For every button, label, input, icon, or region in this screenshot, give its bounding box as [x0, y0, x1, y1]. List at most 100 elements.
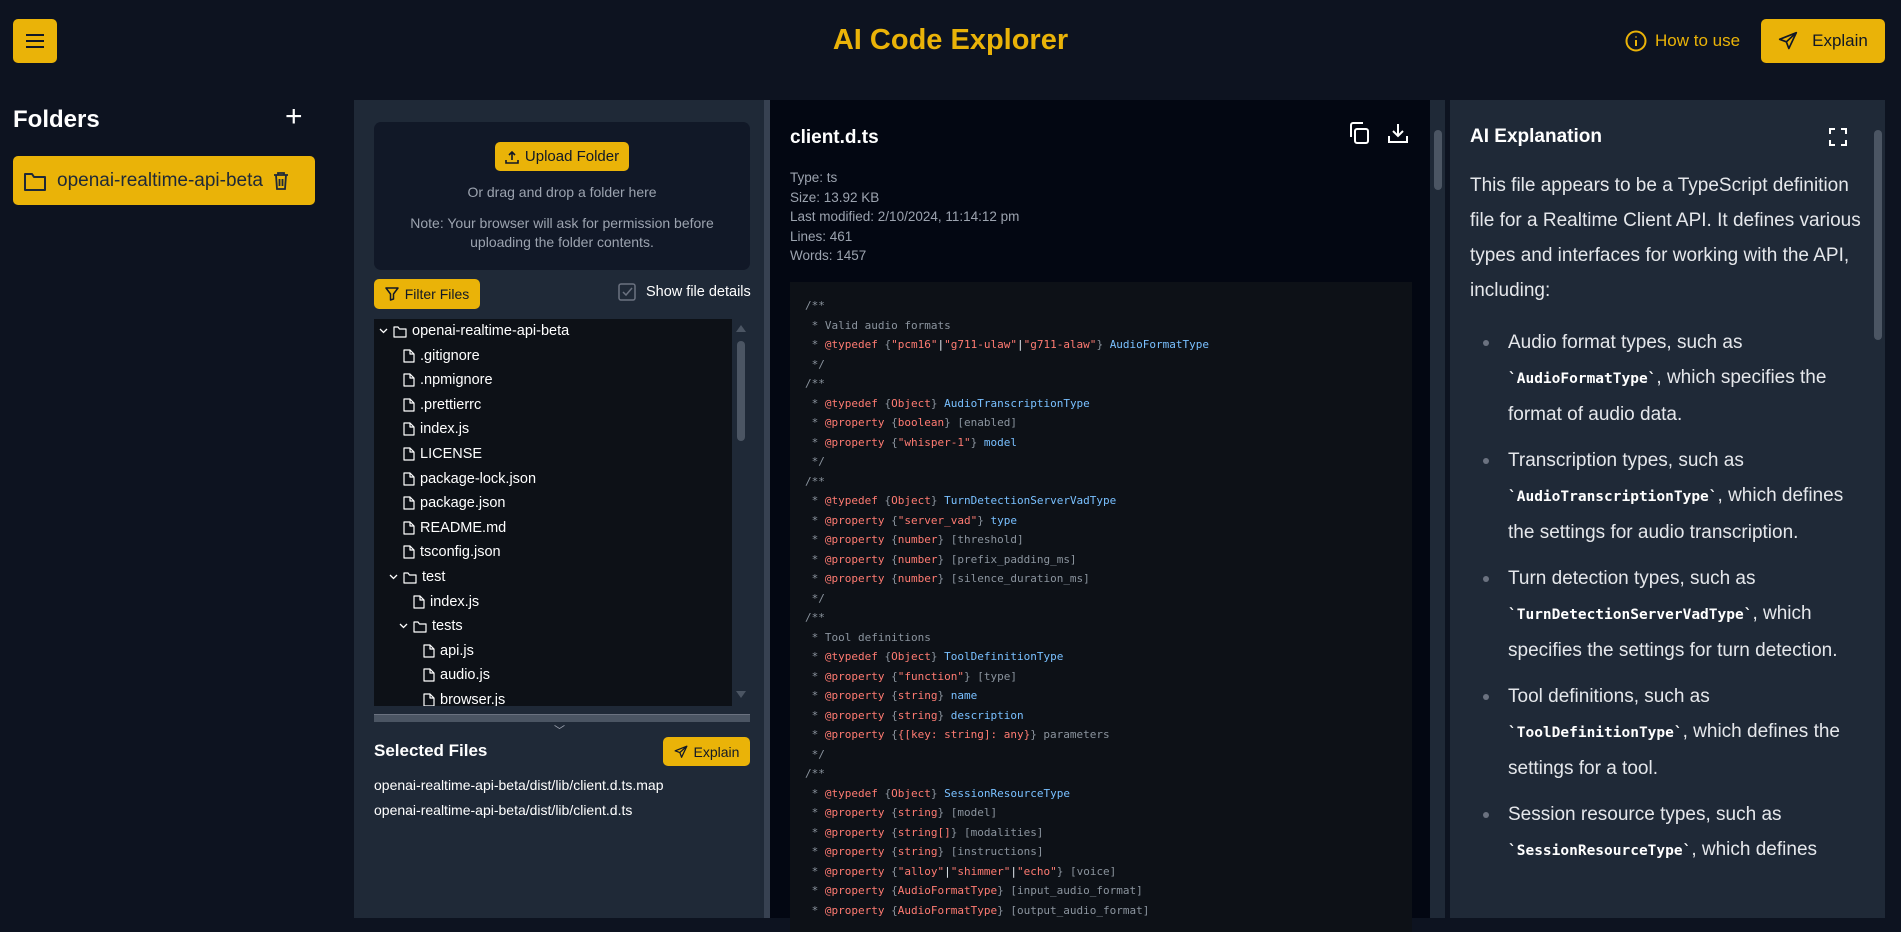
- download-icon[interactable]: [1386, 121, 1410, 145]
- tree-file[interactable]: api.js: [423, 639, 474, 663]
- file-icon: [423, 644, 435, 658]
- tree-file[interactable]: index.js: [413, 590, 479, 614]
- code-token: string: [897, 689, 938, 702]
- chevron-down-icon[interactable]: [389, 573, 398, 581]
- explain-button[interactable]: Explain: [1761, 19, 1885, 63]
- code-line: * @property {boolean} [enabled]: [805, 413, 1412, 433]
- tree-item-label: LICENSE: [420, 446, 483, 462]
- code-line: * Valid audio formats: [805, 316, 1412, 336]
- code-token: }: [930, 650, 945, 663]
- code-token: }: [937, 689, 951, 702]
- tree-folder[interactable]: openai-realtime-api-beta: [379, 319, 569, 343]
- code-line: * @typedef {Object} ToolDefinitionType: [805, 647, 1412, 667]
- add-folder-button[interactable]: +: [285, 100, 303, 134]
- code-token: @property: [824, 435, 885, 449]
- code-token: AudioFormatType: [1109, 338, 1210, 351]
- tree-item-label: audio.js: [440, 667, 490, 684]
- tree-file[interactable]: .prettierrc: [403, 393, 481, 417]
- folder-item[interactable]: openai-realtime-api-beta: [13, 156, 315, 205]
- ai-explanation-panel: AI Explanation This file appears to be a…: [1450, 100, 1885, 918]
- show-file-details-label: Show file details: [646, 284, 751, 300]
- tree-folder[interactable]: tests: [399, 614, 463, 638]
- code-token: @property: [824, 845, 885, 858]
- file-tree: openai-realtime-api-beta .gitignore .npmig…: [374, 319, 732, 706]
- code-token: } [output_audio_format]: [997, 903, 1150, 917]
- tree-item-label: test: [422, 569, 446, 585]
- code-token: /**: [805, 611, 825, 624]
- code-token: Object: [891, 396, 931, 410]
- code-token: {: [884, 825, 898, 839]
- upload-dropzone[interactable]: Upload Folder Or drag and drop a folder …: [374, 122, 750, 270]
- tree-file[interactable]: package.json: [403, 491, 505, 515]
- code-scrollbar[interactable]: [1430, 100, 1445, 918]
- code-line: * @property {"function"} [type]: [805, 667, 1412, 687]
- bullet-text: , which defines: [1691, 839, 1818, 860]
- code-token: {: [877, 494, 892, 507]
- chevron-down-icon[interactable]: [399, 622, 408, 630]
- filter-files-button[interactable]: Filter Files: [374, 279, 480, 309]
- tree-file[interactable]: audio.js: [423, 663, 490, 687]
- code-token: } [threshold]: [937, 533, 1024, 546]
- explain-selected-button[interactable]: Explain: [663, 737, 750, 766]
- code-token: @typedef: [824, 494, 878, 507]
- permission-note: Note: Your browser will ask for permissi…: [410, 215, 714, 250]
- tree-file[interactable]: package-lock.json: [403, 467, 536, 491]
- file-icon: [403, 373, 415, 387]
- show-file-details-toggle[interactable]: Show file details: [618, 283, 751, 301]
- scroll-thumb[interactable]: [1434, 130, 1442, 190]
- tree-file[interactable]: index.js: [403, 417, 469, 441]
- code-token: AudioTranscriptionType: [944, 396, 1090, 410]
- tree-file[interactable]: .gitignore: [403, 344, 480, 368]
- folder-icon: [413, 621, 427, 633]
- code-line: * @property {"whisper-1"} model: [805, 433, 1412, 453]
- tree-file[interactable]: README.md: [403, 516, 506, 540]
- code-token: }: [937, 708, 951, 722]
- file-icon: [413, 594, 425, 609]
- tree-folder[interactable]: test: [389, 565, 445, 589]
- ai-intro: This file appears to be a TypeScript def…: [1470, 175, 1861, 301]
- code-line: * @property {string[]} [modalities]: [805, 823, 1412, 843]
- code-token: }: [930, 786, 945, 800]
- resize-handle[interactable]: [374, 714, 750, 722]
- upload-folder-button[interactable]: Upload Folder: [495, 142, 629, 171]
- code-token: } [model]: [937, 806, 998, 819]
- scroll-thumb[interactable]: [1874, 130, 1882, 340]
- tree-file[interactable]: tsconfig.json: [403, 540, 501, 564]
- code-token: TurnDetectionServerVadType: [944, 494, 1117, 507]
- chevron-down-icon[interactable]: [379, 327, 388, 335]
- tree-file[interactable]: browser.js: [423, 688, 505, 706]
- tree-item-label: api.js: [440, 642, 474, 659]
- trash-icon[interactable]: [273, 171, 289, 191]
- code-token: "whisper-1": [897, 435, 971, 449]
- file-type: Type: ts: [790, 170, 838, 185]
- scroll-thumb[interactable]: [737, 341, 745, 441]
- code-token: ToolDefinitionType: [944, 650, 1064, 663]
- how-to-use-link[interactable]: How to use: [1625, 30, 1740, 52]
- drag-drop-text: Or drag and drop a folder here: [467, 184, 657, 200]
- checkbox-checked-icon[interactable]: [618, 283, 636, 301]
- code-token: } [input_audio_format]: [997, 884, 1143, 897]
- tree-scrollbar[interactable]: [734, 319, 748, 706]
- code-token: {: [884, 533, 898, 546]
- code-token: *: [805, 728, 825, 741]
- code-token: @property: [824, 825, 885, 839]
- chevron-down-icon[interactable]: ﹀: [554, 722, 565, 738]
- ai-scrollbar[interactable]: [1870, 100, 1885, 918]
- tree-item-label: README.md: [420, 519, 507, 536]
- bullet-code: `ToolDefinitionType`: [1508, 725, 1683, 741]
- file-words: Words: 1457: [790, 248, 867, 263]
- copy-icon[interactable]: [1347, 121, 1371, 145]
- bullet-code: `TurnDetectionServerVadType`: [1508, 607, 1753, 623]
- code-token: @property: [824, 806, 885, 819]
- tree-file[interactable]: .npmignore: [403, 368, 493, 392]
- tree-file[interactable]: LICENSE: [403, 442, 482, 466]
- app-title: AI Code Explorer: [832, 24, 1069, 56]
- code-line: * Tool definitions: [805, 628, 1412, 648]
- code-token: *: [805, 786, 825, 800]
- scroll-down-arrow[interactable]: [736, 691, 746, 698]
- code-token: name: [950, 689, 978, 702]
- scroll-up-arrow[interactable]: [736, 325, 746, 332]
- fullscreen-icon[interactable]: [1828, 127, 1848, 147]
- code-token: *: [805, 552, 825, 566]
- ai-bullet-list: Audio format types, such as `AudioFormat…: [1470, 325, 1862, 869]
